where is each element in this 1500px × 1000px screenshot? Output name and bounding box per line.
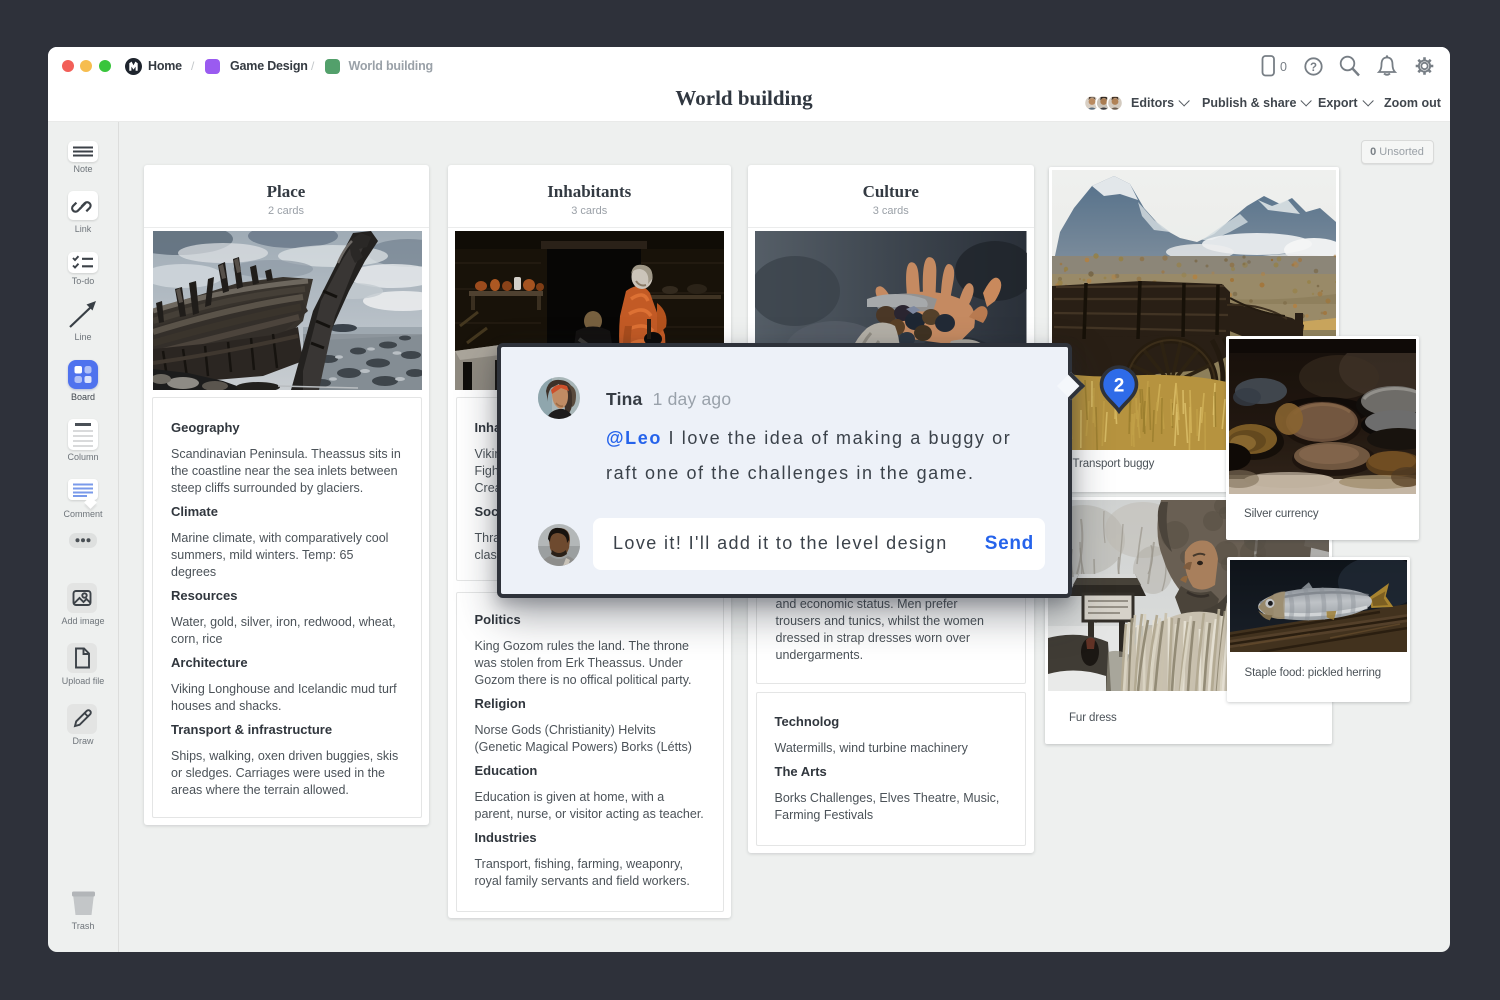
svg-text:2: 2 (1114, 376, 1125, 397)
svg-text:0: 0 (1280, 60, 1287, 74)
svg-text:?: ? (1310, 62, 1317, 74)
